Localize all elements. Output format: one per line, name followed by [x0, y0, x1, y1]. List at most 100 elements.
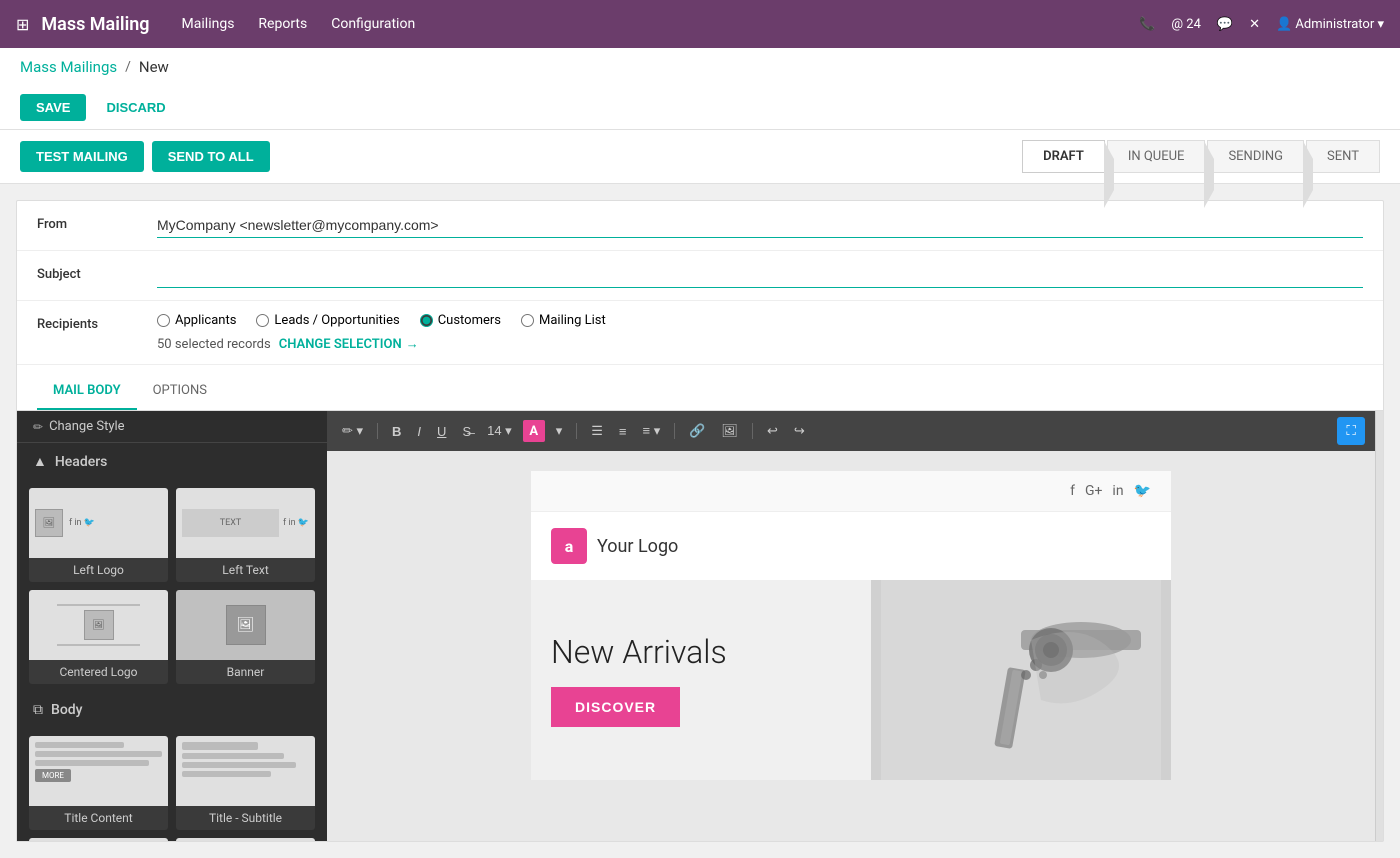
- text-align-button[interactable]: ≡ ▾: [638, 421, 666, 441]
- sidebar-item-banner[interactable]: 🖼 Banner: [176, 590, 315, 684]
- breadcrumb-bar: Mass Mailings / New SAVE DISCARD: [0, 48, 1400, 130]
- chat-icon[interactable]: 💬: [1217, 17, 1233, 32]
- centered-logo-preview: 🖼: [29, 590, 168, 660]
- action-buttons: SAVE DISCARD: [20, 86, 1380, 129]
- image-button[interactable]: 🖼: [716, 421, 743, 441]
- status-in-queue[interactable]: IN QUEUE: [1107, 140, 1206, 173]
- applicants-radio[interactable]: [157, 314, 170, 327]
- editor-content: ✏ ▾ B I U S̶ 14 ▾ A ▾ ☰ ≡ ≡ ▾ 🔗 🖼 ↩: [327, 411, 1375, 841]
- tab-options[interactable]: OPTIONS: [137, 373, 223, 410]
- linkedin-icon[interactable]: in: [1112, 483, 1123, 499]
- discover-button[interactable]: DISCOVER: [551, 687, 680, 727]
- twitter-icon[interactable]: 🐦: [1134, 483, 1151, 499]
- link-button[interactable]: 🔗: [684, 421, 710, 441]
- format-dropdown[interactable]: ✏ ▾: [337, 421, 368, 441]
- nav-configuration[interactable]: Configuration: [331, 16, 415, 32]
- ordered-list-button[interactable]: ≡: [614, 422, 632, 441]
- breadcrumb: Mass Mailings / New: [20, 58, 1380, 76]
- facebook-icon[interactable]: f: [1070, 483, 1075, 499]
- email-hero-left: New Arrivals DISCOVER: [531, 580, 871, 780]
- editor-main-toolbar: ✏ ▾ B I U S̶ 14 ▾ A ▾ ☰ ≡ ≡ ▾ 🔗 🖼 ↩: [327, 411, 1375, 451]
- title-content-label: Title Content: [29, 806, 168, 830]
- applicants-option[interactable]: Applicants: [157, 313, 236, 328]
- status-draft[interactable]: DRAFT: [1022, 140, 1105, 173]
- status-bar: DRAFT IN QUEUE SENDING SENT: [1022, 140, 1380, 173]
- customers-option[interactable]: Customers: [420, 313, 501, 328]
- change-style-label[interactable]: Change Style: [49, 419, 124, 434]
- logo-text: Your Logo: [597, 536, 678, 557]
- discard-button[interactable]: DISCARD: [98, 94, 173, 121]
- phone-icon[interactable]: 📞: [1139, 17, 1155, 32]
- send-to-all-button[interactable]: SEND TO ALL: [152, 141, 270, 172]
- editor-sidebar: ✏ Change Style ▲ Headers 🖼 f in 🐦: [17, 411, 327, 841]
- from-input[interactable]: [157, 213, 1363, 238]
- leads-option[interactable]: Leads / Opportunities: [256, 313, 399, 328]
- font-size-dropdown[interactable]: 14 ▾: [482, 421, 517, 441]
- test-mailing-button[interactable]: TEST MAILING: [20, 141, 144, 172]
- hero-title: New Arrivals: [551, 633, 851, 671]
- mailing-list-radio[interactable]: [521, 314, 534, 327]
- change-style-area: ✏ Change Style: [17, 411, 327, 443]
- vertical-scrollbar[interactable]: [1375, 411, 1383, 841]
- change-selection-link[interactable]: CHANGE SELECTION →: [279, 336, 419, 352]
- strikethrough-button[interactable]: S̶: [457, 422, 476, 441]
- email-hero-right: [871, 580, 1171, 780]
- sidebar-item-more-title-content[interactable]: MORE More Title Content: [29, 838, 168, 841]
- chevron-up-icon: ▲: [33, 453, 47, 470]
- close-icon[interactable]: ✕: [1249, 17, 1260, 32]
- mailing-toolbar: TEST MAILING SEND TO ALL DRAFT IN QUEUE …: [0, 130, 1400, 184]
- font-color-button[interactable]: A: [523, 420, 545, 442]
- unordered-list-button[interactable]: ☰: [586, 421, 608, 441]
- googleplus-icon[interactable]: G+: [1085, 483, 1102, 499]
- bold-button[interactable]: B: [387, 422, 406, 441]
- subject-input[interactable]: [157, 263, 1363, 288]
- expand-button[interactable]: ⛶: [1337, 417, 1365, 445]
- recipients-row: Recipients Applicants Leads / Opportunit…: [17, 301, 1383, 365]
- subject-label: Subject: [37, 263, 157, 282]
- from-row: From: [17, 201, 1383, 251]
- mail-tabs: MAIL BODY OPTIONS: [17, 373, 1383, 411]
- sidebar-item-centered-logo[interactable]: 🖼 Centered Logo: [29, 590, 168, 684]
- email-hero: New Arrivals DISCOVER: [531, 580, 1171, 780]
- from-value: [157, 213, 1363, 238]
- preview-text-block: TEXT: [182, 509, 279, 537]
- font-color-dropdown[interactable]: ▾: [551, 421, 568, 441]
- italic-button[interactable]: I: [412, 422, 426, 441]
- breadcrumb-parent[interactable]: Mass Mailings: [20, 58, 117, 76]
- left-text-preview: TEXT f in 🐦: [176, 488, 315, 558]
- sidebar-item-left-logo[interactable]: 🖼 f in 🐦 Left Logo: [29, 488, 168, 582]
- recipients-label: Recipients: [37, 313, 157, 352]
- status-sent[interactable]: SENT: [1306, 140, 1380, 173]
- leads-radio[interactable]: [256, 314, 269, 327]
- email-logo-row: a Your Logo: [531, 512, 1171, 580]
- status-sending[interactable]: SENDING: [1207, 140, 1304, 173]
- app-title: Mass Mailing: [41, 14, 149, 35]
- breadcrumb-current: New: [139, 58, 169, 76]
- nav-mailings[interactable]: Mailings: [182, 16, 235, 32]
- preview-banner-img: 🖼: [226, 605, 266, 645]
- redo-button[interactable]: ↪: [789, 421, 810, 441]
- mailing-list-option[interactable]: Mailing List: [521, 313, 606, 328]
- copy-icon: ⧉: [33, 702, 43, 718]
- pencil-icon: ✏: [33, 420, 43, 434]
- body-section: ⧉ Body MORE Tit: [17, 692, 327, 841]
- sidebar-item-title-subtitle[interactable]: Title - Subtitle: [176, 736, 315, 830]
- recipients-options: Applicants Leads / Opportunities Custome…: [157, 313, 1363, 352]
- sidebar-item-title-content[interactable]: MORE Title Content: [29, 736, 168, 830]
- grid-icon[interactable]: ⊞: [16, 15, 29, 34]
- underline-button[interactable]: U: [432, 422, 451, 441]
- more-btn: MORE: [35, 769, 71, 782]
- email-canvas: f G+ in 🐦 a Your Logo New Arrivals: [531, 471, 1171, 780]
- customers-radio[interactable]: [420, 314, 433, 327]
- undo-button[interactable]: ↩: [762, 421, 783, 441]
- nav-reports[interactable]: Reports: [258, 16, 307, 32]
- user-menu[interactable]: 👤 Administrator ▾: [1276, 17, 1384, 32]
- more-title-content-preview: MORE: [29, 838, 168, 841]
- save-button[interactable]: SAVE: [20, 94, 86, 121]
- at-count[interactable]: @ 24: [1171, 17, 1201, 32]
- sidebar-item-title-subtitle-2[interactable]: Title Subtitle: [176, 838, 315, 841]
- top-navigation: ⊞ Mass Mailing Mailings Reports Configur…: [0, 0, 1400, 48]
- tab-mail-body[interactable]: MAIL BODY: [37, 373, 137, 410]
- sidebar-item-left-text[interactable]: TEXT f in 🐦 Left Text: [176, 488, 315, 582]
- centered-logo-label: Centered Logo: [29, 660, 168, 684]
